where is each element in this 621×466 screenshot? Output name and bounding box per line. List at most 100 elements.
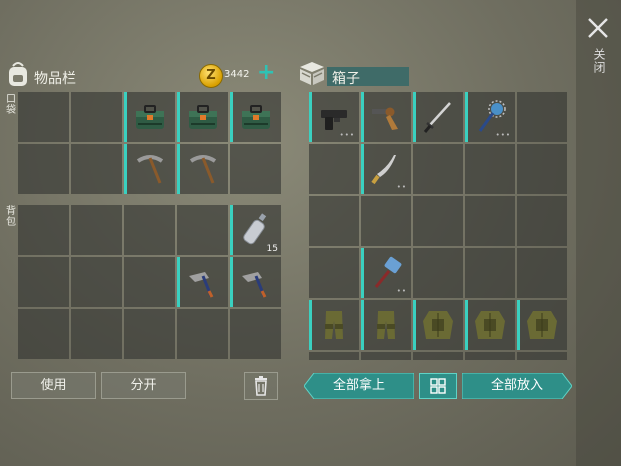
use-button[interactable]: 使用 bbox=[11, 372, 96, 399]
sort-grid-icon bbox=[419, 373, 457, 399]
katana-icon bbox=[423, 102, 451, 133]
pocket-label: 口袋 bbox=[6, 94, 16, 116]
backpack-slot[interactable] bbox=[71, 257, 122, 307]
backpack-label: 背包 bbox=[6, 206, 16, 228]
trash-icon bbox=[255, 376, 267, 396]
machete-icon bbox=[371, 155, 396, 185]
box-slot[interactable] bbox=[465, 144, 515, 194]
green-case-icon bbox=[188, 105, 217, 129]
pocket-slot[interactable] bbox=[124, 92, 175, 142]
box-slot[interactable] bbox=[361, 92, 411, 142]
backpack-slot[interactable] bbox=[71, 309, 122, 359]
box-slot-partial[interactable] bbox=[361, 352, 411, 360]
inventory-title: 物品栏 bbox=[34, 71, 76, 87]
box-slot[interactable] bbox=[309, 144, 359, 194]
armor-vest-icon bbox=[423, 311, 453, 339]
backpack-slot[interactable] bbox=[124, 309, 175, 359]
box-slot[interactable]: •• bbox=[361, 248, 411, 298]
pocket-slot[interactable] bbox=[230, 144, 281, 194]
backpack-slot[interactable]: 15 bbox=[230, 205, 281, 255]
box-slot-partial[interactable] bbox=[413, 352, 463, 360]
take-all-button[interactable]: 全部拿上 bbox=[304, 373, 414, 399]
box-slot[interactable] bbox=[465, 248, 515, 298]
box-slot[interactable]: ••• bbox=[465, 92, 515, 142]
backpack-slot[interactable] bbox=[124, 205, 175, 255]
box-slot[interactable] bbox=[517, 144, 567, 194]
backpack-slot[interactable] bbox=[18, 309, 69, 359]
pocket-slot[interactable] bbox=[124, 144, 175, 194]
box-slot[interactable] bbox=[413, 248, 463, 298]
box-slot[interactable] bbox=[517, 92, 567, 142]
backpack-icon bbox=[9, 62, 27, 86]
coin-icon: Z bbox=[199, 64, 223, 88]
box-slot-partial[interactable] bbox=[465, 352, 515, 360]
armor-pants-icon bbox=[325, 311, 343, 339]
pocket-slot[interactable] bbox=[177, 144, 228, 194]
crate-icon bbox=[300, 62, 324, 85]
box-slot[interactable] bbox=[413, 144, 463, 194]
sledgehammer-icon bbox=[374, 256, 402, 288]
backpack-slot[interactable] bbox=[177, 257, 228, 307]
sort-button[interactable] bbox=[419, 373, 457, 399]
pocket-slot[interactable] bbox=[18, 144, 69, 194]
hammer-axe-icon bbox=[241, 272, 266, 298]
pickaxe-icon bbox=[136, 155, 163, 184]
pistol-icon bbox=[321, 110, 347, 130]
take-all-label: 全部拿上 bbox=[332, 378, 385, 393]
box-slot[interactable] bbox=[517, 196, 567, 246]
green-case-icon bbox=[241, 105, 270, 129]
box-slot[interactable] bbox=[309, 248, 359, 298]
box-slot[interactable] bbox=[517, 300, 567, 350]
backpack-slot[interactable] bbox=[18, 257, 69, 307]
backpack-slot[interactable] bbox=[230, 309, 281, 359]
armor-pants-icon bbox=[377, 311, 395, 339]
box-slot[interactable] bbox=[413, 92, 463, 142]
coin-count: 3442 bbox=[224, 69, 250, 80]
durability-dots: ••• bbox=[339, 131, 355, 139]
durability-dots: •• bbox=[396, 183, 407, 191]
close-label[interactable]: 关闭 bbox=[588, 48, 606, 74]
pocket-slot[interactable] bbox=[18, 92, 69, 142]
close-icon[interactable] bbox=[584, 14, 612, 42]
backpack-slot[interactable] bbox=[71, 205, 122, 255]
box-grid: ••• ••• •• •• bbox=[309, 92, 567, 360]
armor-vest-icon bbox=[527, 311, 557, 339]
pickaxe-icon bbox=[189, 155, 216, 184]
box-slot[interactable]: ••• bbox=[309, 92, 359, 142]
add-coins-button[interactable]: + bbox=[257, 62, 275, 84]
backpack-slot[interactable] bbox=[177, 309, 228, 359]
put-all-button[interactable]: 全部放入 bbox=[462, 373, 572, 399]
revolver-icon bbox=[372, 107, 398, 130]
box-slot-partial[interactable] bbox=[517, 352, 567, 360]
backpack-slot[interactable] bbox=[230, 257, 281, 307]
box-slot[interactable]: •• bbox=[361, 144, 411, 194]
trash-button[interactable] bbox=[244, 372, 278, 400]
split-button[interactable]: 分开 bbox=[101, 372, 186, 399]
box-title: 箱子 bbox=[332, 71, 360, 87]
pocket-slot[interactable] bbox=[177, 92, 228, 142]
durability-dots: ••• bbox=[495, 131, 511, 139]
box-slot[interactable] bbox=[517, 248, 567, 298]
box-slot-partial[interactable] bbox=[309, 352, 359, 360]
box-slot[interactable] bbox=[413, 196, 463, 246]
box-slot[interactable] bbox=[309, 196, 359, 246]
box-slot[interactable] bbox=[309, 300, 359, 350]
box-slot[interactable] bbox=[413, 300, 463, 350]
durability-dots: •• bbox=[396, 287, 407, 295]
box-slot[interactable] bbox=[465, 196, 515, 246]
put-all-label: 全部放入 bbox=[490, 378, 543, 393]
pocket-slot[interactable] bbox=[71, 144, 122, 194]
item-quantity: 15 bbox=[266, 244, 278, 254]
backpack-slot[interactable] bbox=[124, 257, 175, 307]
pocket-grid bbox=[18, 92, 281, 194]
green-case-icon bbox=[135, 105, 164, 129]
pocket-slot[interactable] bbox=[71, 92, 122, 142]
box-slot[interactable] bbox=[361, 300, 411, 350]
box-slot[interactable] bbox=[465, 300, 515, 350]
backpack-slot[interactable] bbox=[18, 205, 69, 255]
backpack-slot[interactable] bbox=[177, 205, 228, 255]
water-bottle-icon bbox=[242, 213, 266, 245]
spiked-mace-icon bbox=[478, 100, 506, 132]
pocket-slot[interactable] bbox=[230, 92, 281, 142]
box-slot[interactable] bbox=[361, 196, 411, 246]
